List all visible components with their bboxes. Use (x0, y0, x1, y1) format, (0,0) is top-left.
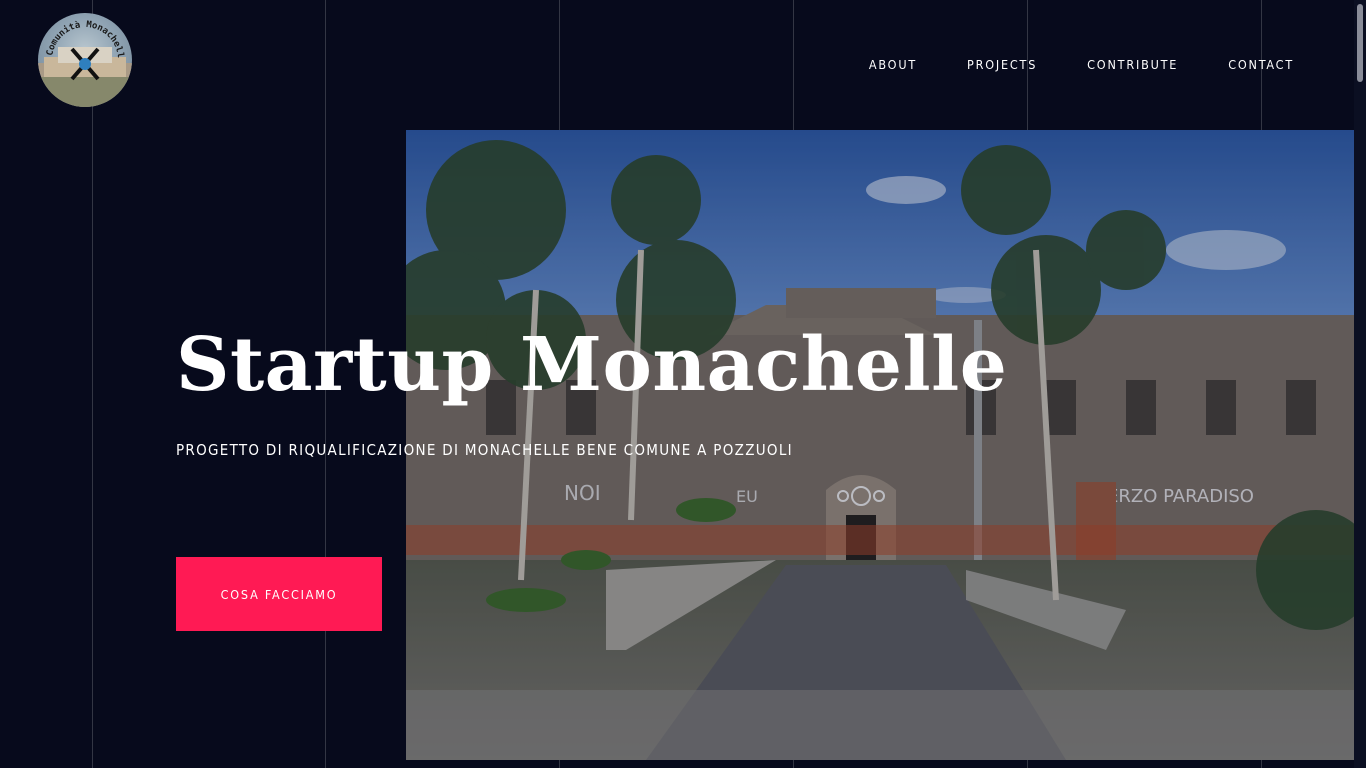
nav-contact[interactable]: CONTACT (1228, 57, 1294, 72)
nav-contribute[interactable]: CONTRIBUTE (1087, 57, 1178, 72)
hero-subtitle: PROGETTO DI RIQUALIFICAZIONE DI MONACHEL… (176, 441, 793, 459)
nav-about[interactable]: ABOUT (869, 57, 917, 72)
main-nav: ABOUT PROJECTS CONTRIBUTE CONTACT (869, 57, 1294, 72)
cosa-facciamo-button[interactable]: COSA FACCIAMO (176, 557, 382, 631)
grid-line (92, 0, 93, 768)
nav-projects[interactable]: PROJECTS (967, 57, 1037, 72)
site-logo[interactable]: Comunità Monachelle (38, 13, 132, 107)
scrollbar-thumb[interactable] (1357, 4, 1363, 82)
page-scrollbar[interactable] (1354, 0, 1366, 768)
hero-title: Startup Monachelle (176, 322, 1008, 408)
logo-emblem: Comunità Monachelle (38, 13, 132, 107)
